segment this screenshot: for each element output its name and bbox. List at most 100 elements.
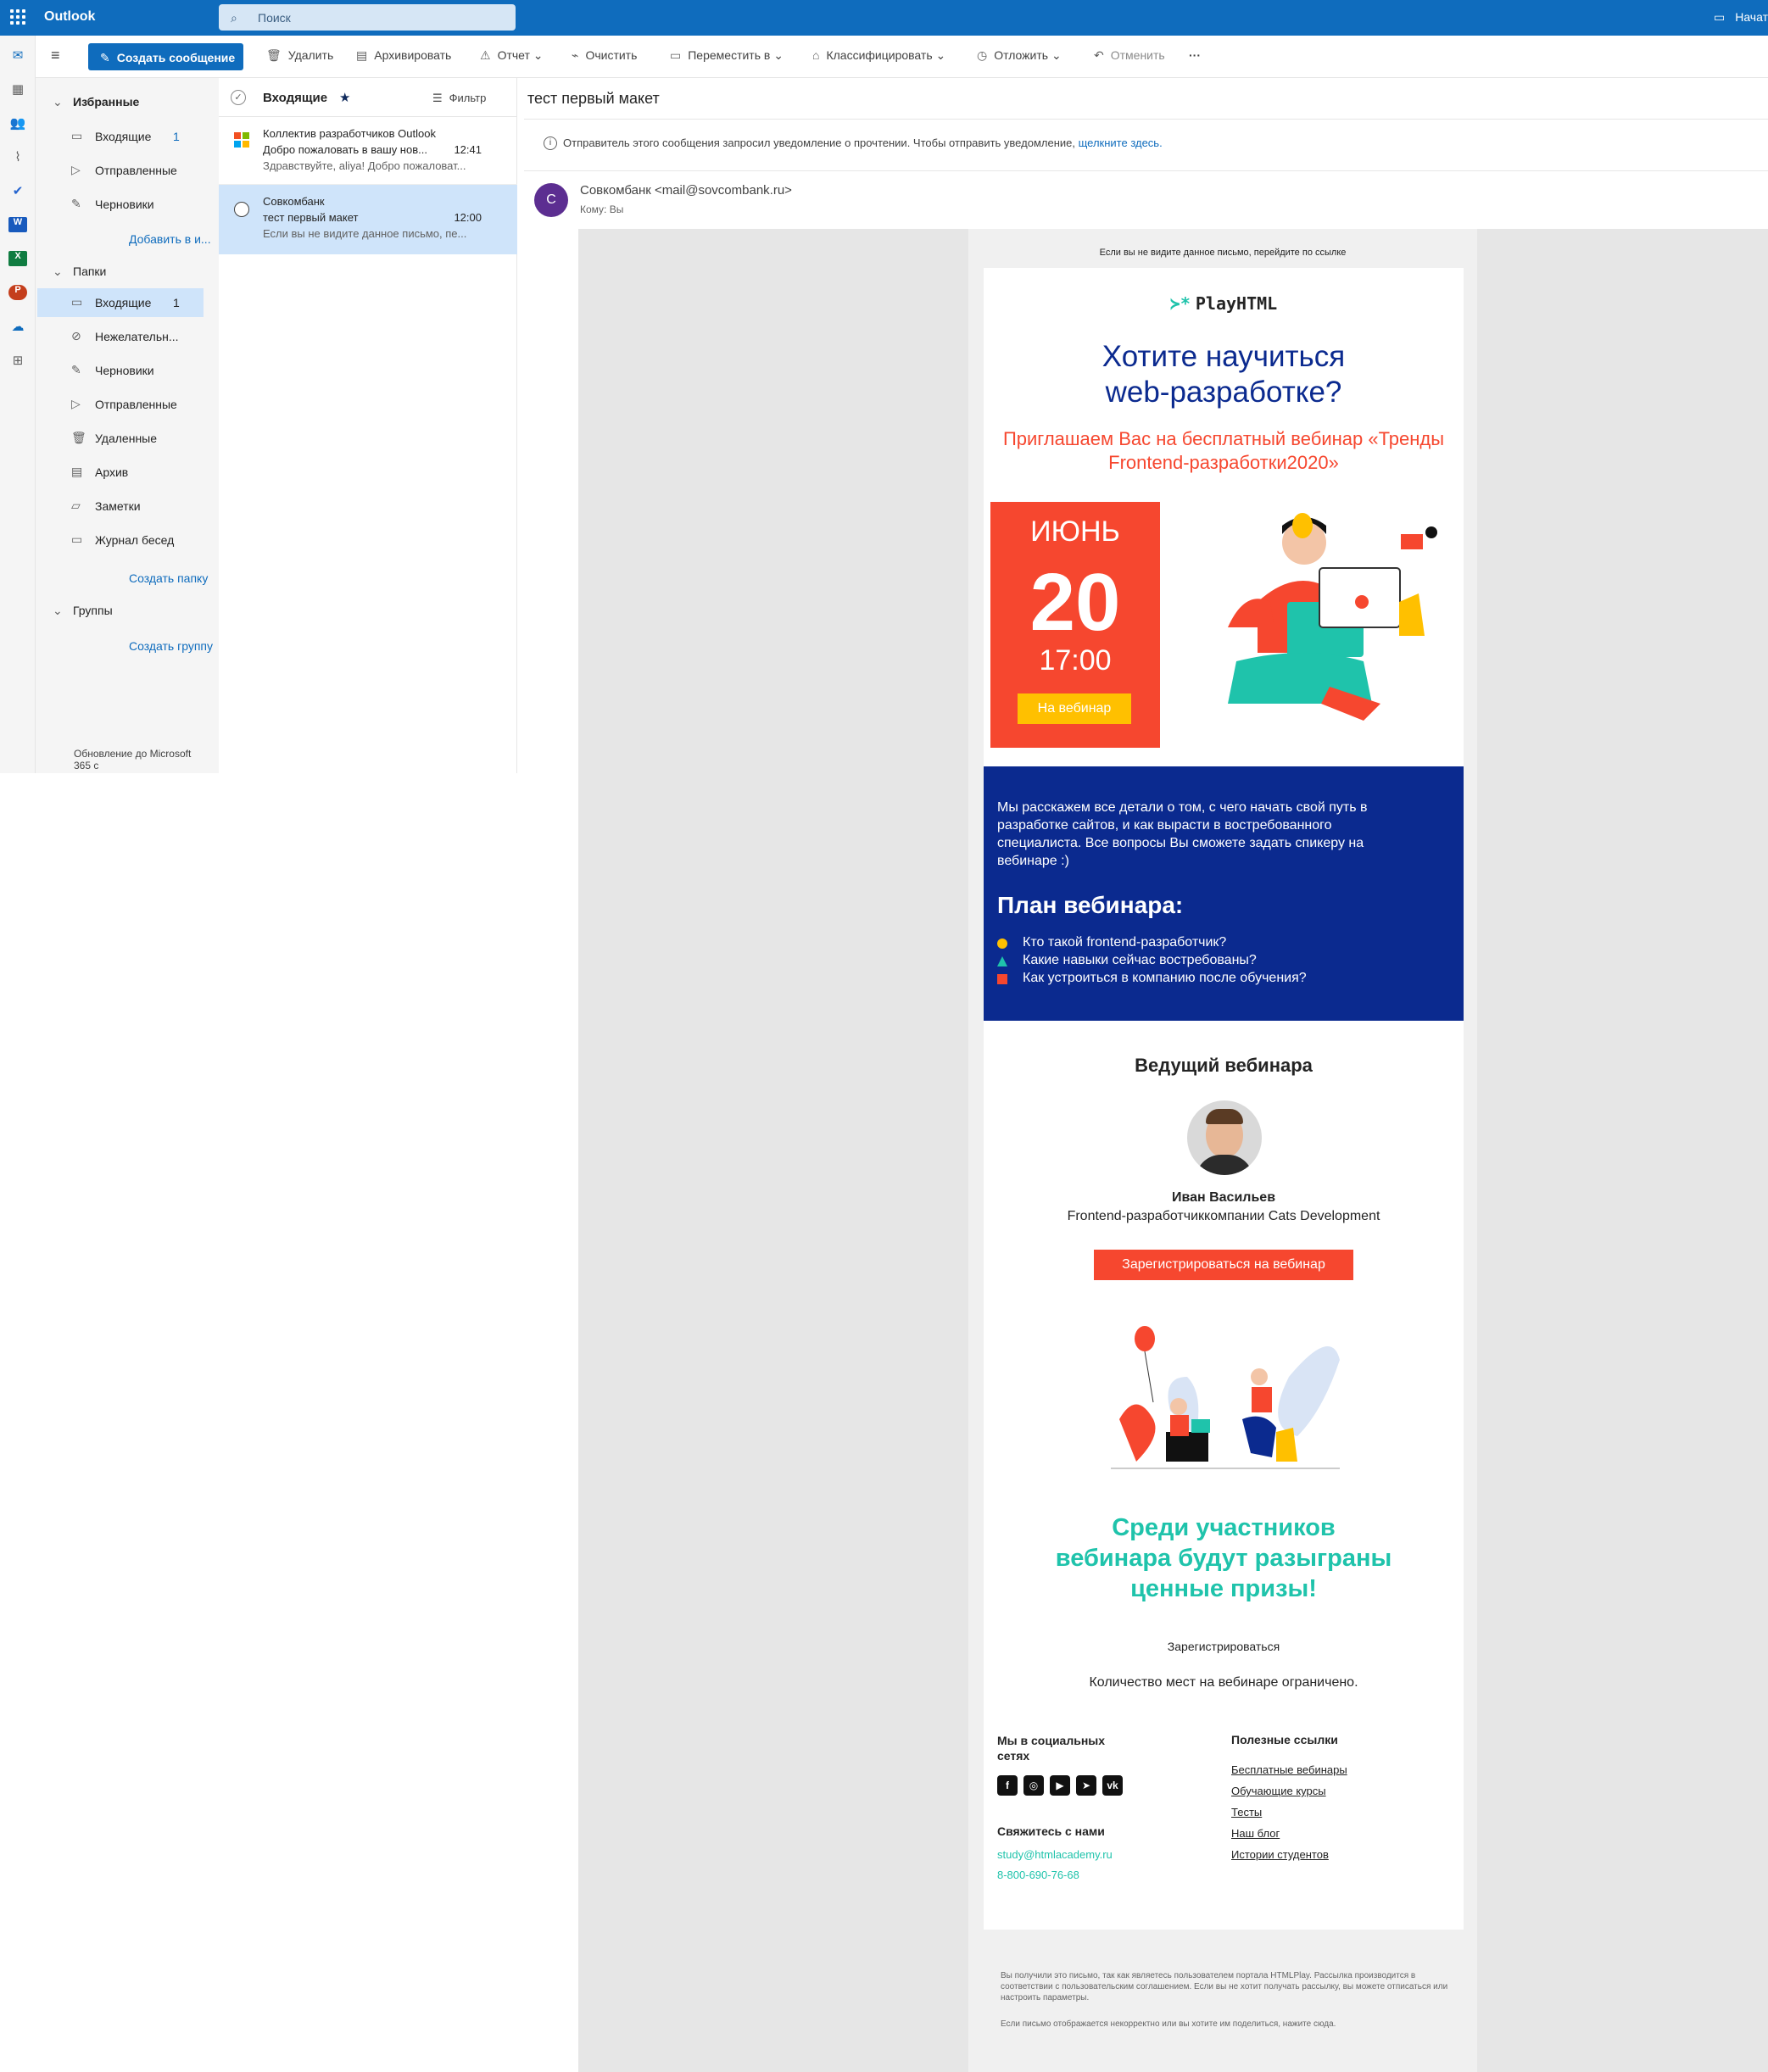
create-group-link[interactable]: Создать группу	[129, 639, 213, 653]
folder-sent-label: Отправленные	[95, 398, 177, 411]
preheader[interactable]: Если вы не видите данное письмо, перейди…	[968, 248, 1477, 258]
hero-card: ≻* PlayHTML Хотите научиться web-разработ…	[984, 268, 1464, 766]
prizes-text: Среди участников вебинара будут разыгран…	[1055, 1514, 1392, 1602]
calendar-icon[interactable]: ▦	[8, 81, 27, 97]
notice-link[interactable]: щелкните здесь.	[1079, 136, 1163, 149]
link-tests[interactable]: Тесты	[1231, 1806, 1347, 1819]
people-icon[interactable]: 👥	[8, 115, 27, 131]
todo-icon[interactable]: ✔	[8, 183, 27, 198]
to-value[interactable]: Вы	[610, 203, 624, 215]
undo-button[interactable]: ↶ Отменить	[1094, 48, 1165, 63]
select-radio[interactable]	[234, 202, 249, 217]
sender-avatar[interactable]: C	[534, 183, 568, 217]
compose-icon: ✎	[100, 51, 110, 64]
footer-share[interactable]: Если письмо отображается некорректно или…	[1001, 2019, 1450, 2029]
folder-archive[interactable]: ▤ Архив	[37, 458, 204, 487]
word-icon[interactable]: W	[8, 217, 27, 232]
delete-button[interactable]: 🗑 Удалить	[266, 48, 333, 63]
pencil-icon: ✎	[71, 197, 81, 210]
favorite-drafts[interactable]: ✎ Черновики	[37, 190, 204, 219]
message-item-selected[interactable]: Совкомбанк тест первый макет 12:00 Если …	[219, 185, 517, 254]
excel-icon[interactable]: X	[8, 251, 27, 266]
contact-phone[interactable]: 8-800-690-76-68	[997, 1869, 1079, 1881]
top-right[interactable]: ▭ Начат	[1714, 10, 1768, 25]
folder-inbox[interactable]: ▭ Входящие 1	[37, 288, 204, 317]
message-time: 12:41	[454, 143, 482, 156]
folder-archive-label: Архив	[95, 465, 129, 479]
select-all-icon[interactable]: ✓	[231, 90, 246, 105]
mail-icon[interactable]: ✉	[8, 47, 27, 63]
add-favorite-link[interactable]: Добавить в и...	[129, 232, 211, 246]
folder-deleted[interactable]: 🗑 Удаленные	[37, 424, 204, 453]
favorite-inbox-label: Входящие	[95, 130, 152, 143]
contact-email[interactable]: study@htmlacademy.ru	[997, 1848, 1113, 1861]
favorite-sent[interactable]: ▷ Отправленные	[37, 156, 204, 185]
folder-sent[interactable]: ▷ Отправленные	[37, 390, 204, 419]
favorite-star-icon[interactable]: ★	[339, 90, 350, 105]
folder-icon: ▭	[71, 532, 83, 546]
report-button[interactable]: ⚠ Отчет ⌄	[480, 48, 544, 63]
youtube-icon[interactable]: ▶	[1050, 1775, 1070, 1796]
instagram-icon[interactable]: ◎	[1023, 1775, 1044, 1796]
archive-icon: ▤	[356, 48, 368, 62]
trash-icon: 🗑	[266, 48, 282, 62]
register-link[interactable]: Зарегистрироваться	[984, 1640, 1464, 1653]
telegram-icon[interactable]: ➤	[1076, 1775, 1096, 1796]
archive-button[interactable]: ▤ Архивировать	[356, 48, 451, 63]
message-item[interactable]: Коллектив разработчиков Outlook Добро по…	[219, 117, 517, 185]
move-to-button[interactable]: ▭ Переместить в ⌄	[670, 48, 784, 63]
categorize-button[interactable]: ⌂ Классифицировать ⌄	[812, 48, 945, 63]
create-folder-link[interactable]: Создать папку	[129, 571, 208, 585]
favorite-inbox-count: 1	[173, 130, 180, 143]
broom-icon: ⌁	[572, 48, 579, 62]
link-free-webinars[interactable]: Бесплатные вебинары	[1231, 1763, 1347, 1776]
link-courses[interactable]: Обучающие курсы	[1231, 1785, 1347, 1797]
plan-title: План вебинара:	[997, 892, 1184, 918]
filter-label: Фильтр	[449, 92, 487, 104]
app-brand[interactable]: Outlook	[44, 9, 95, 25]
webinar-button[interactable]: На вебинар	[1018, 693, 1131, 724]
sweep-label: Очистить	[585, 48, 638, 62]
chevron-down-icon: ⌄	[935, 48, 946, 62]
link-blog[interactable]: Наш блог	[1231, 1827, 1347, 1840]
pencil-icon: ✎	[71, 363, 81, 376]
archive-icon: ▤	[71, 465, 83, 478]
favorite-inbox[interactable]: ▭ Входящие 1	[37, 122, 204, 151]
folder-junk[interactable]: ⊘ Нежелательн...	[37, 322, 204, 351]
logo[interactable]: ≻* PlayHTML	[984, 293, 1464, 314]
email-body-canvas: Если вы не видите данное письмо, перейди…	[578, 229, 1768, 2072]
vk-icon[interactable]: vk	[1102, 1775, 1123, 1796]
register-button[interactable]: Зарегистрироваться на вебинар	[1094, 1250, 1353, 1280]
snooze-button[interactable]: ◷ Отложить ⌄	[977, 48, 1062, 63]
folder-drafts[interactable]: ✎ Черновики	[37, 356, 204, 385]
favorites-header[interactable]: ⌄ Избранные	[53, 95, 139, 109]
apps-icon[interactable]: ⊞	[8, 353, 27, 368]
folder-notes[interactable]: ▱ Заметки	[37, 492, 204, 521]
headline: Хотите научиться web-разработке?	[1102, 340, 1346, 409]
attachment-icon[interactable]: ⌇	[8, 149, 27, 164]
facebook-icon[interactable]: f	[997, 1775, 1018, 1796]
warning-icon: ⚠	[480, 48, 491, 62]
powerpoint-icon[interactable]: P	[8, 285, 27, 300]
folder-conversation-history[interactable]: ▭ Журнал бесед	[37, 526, 204, 554]
app-launcher-icon[interactable]	[10, 9, 25, 25]
app-rail: ✉ ▦ 👥 ⌇ ✔ W X P ☁ ⊞	[0, 36, 36, 773]
upgrade-banner[interactable]: ◇Обновление до Microsoft 365 с	[74, 748, 201, 773]
new-message-button[interactable]: ✎ Создать сообщение	[88, 43, 243, 70]
link-student-stories[interactable]: Истории студентов	[1231, 1848, 1347, 1861]
sender-address[interactable]: Совкомбанк <mail@sovcombank.ru>	[580, 183, 792, 198]
groups-header[interactable]: ⌄ Группы	[53, 604, 113, 617]
more-actions-button[interactable]: ···	[1189, 48, 1201, 62]
links-title: Полезные ссылки	[1231, 1733, 1338, 1746]
folder-inbox-count: 1	[173, 296, 180, 309]
notice-text: Отправитель этого сообщения запросил уве…	[563, 136, 1075, 149]
sweep-button[interactable]: ⌁ Очистить	[572, 48, 637, 63]
onedrive-icon[interactable]: ☁	[8, 319, 27, 334]
search-input[interactable]: ⌕ Поиск	[219, 4, 516, 31]
folders-header[interactable]: ⌄ Папки	[53, 265, 106, 278]
footer-disclaimer: Вы получили это письмо, так как являетес…	[1001, 1971, 1448, 2002]
filter-button[interactable]: ☰ Фильтр	[432, 92, 486, 105]
hamburger-icon[interactable]: ≡	[51, 47, 60, 64]
message-list-header: ✓ Входящие ★ ☰ Фильтр	[219, 78, 517, 117]
host-avatar	[1187, 1100, 1262, 1175]
